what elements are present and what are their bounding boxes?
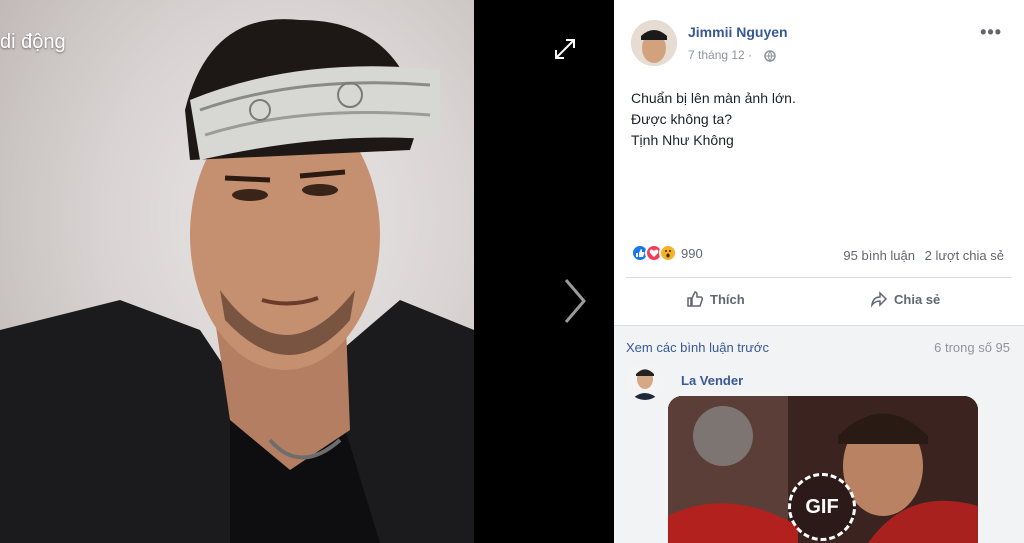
share-arrow-icon bbox=[870, 291, 888, 308]
share-button[interactable]: Chia sẻ bbox=[870, 290, 940, 308]
divider bbox=[614, 325, 1024, 326]
author-name-link[interactable]: Jimmii Nguyen bbox=[688, 24, 788, 40]
post-line: Tịnh Như Không bbox=[631, 132, 734, 148]
thumbs-up-icon bbox=[687, 291, 704, 307]
post-side-panel: Jimmii Nguyen 7 tháng 12 · ••• Chuẩn bị … bbox=[614, 0, 1024, 543]
photo-caption: di động bbox=[0, 31, 66, 53]
comments-counter: 6 trong số 95 bbox=[934, 340, 1010, 355]
like-button[interactable]: Thích bbox=[686, 290, 745, 308]
shares-count-link[interactable]: 2 lượt chia sẻ bbox=[925, 248, 1004, 263]
divider bbox=[626, 277, 1012, 278]
comment-gif[interactable]: GIF bbox=[668, 396, 978, 543]
commenter-name-link[interactable]: La Vender bbox=[681, 373, 743, 388]
comments-count-link[interactable]: 95 bình luận bbox=[843, 248, 915, 263]
public-globe-icon bbox=[764, 49, 776, 67]
view-previous-comments-link[interactable]: Xem các bình luận trước bbox=[626, 340, 769, 355]
photo-viewer: di động bbox=[0, 0, 614, 543]
post-stats: 95 bình luận 2 lượt chia sẻ bbox=[837, 248, 1004, 263]
wow-reaction-icon bbox=[659, 244, 677, 262]
more-options-button[interactable]: ••• bbox=[980, 22, 1002, 43]
post-line: Chuẩn bị lên màn ảnh lớn. bbox=[631, 90, 796, 106]
author-avatar[interactable] bbox=[631, 20, 677, 66]
fullscreen-expand-icon[interactable] bbox=[552, 36, 578, 62]
post-message: Chuẩn bị lên màn ảnh lớn. Được không ta?… bbox=[631, 88, 796, 151]
share-label: Chia sẻ bbox=[894, 291, 941, 307]
post-photo[interactable]: di động bbox=[0, 0, 474, 543]
next-photo-chevron-icon[interactable] bbox=[558, 276, 590, 326]
like-label: Thích bbox=[710, 291, 745, 307]
commenter-avatar[interactable] bbox=[627, 364, 663, 400]
gif-play-badge: GIF bbox=[788, 473, 856, 541]
reactions-summary[interactable]: 990 bbox=[631, 244, 703, 262]
post-line: Được không ta? bbox=[631, 111, 733, 127]
reaction-count: 990 bbox=[681, 245, 703, 261]
post-timestamp[interactable]: 7 tháng 12 · bbox=[688, 48, 752, 62]
